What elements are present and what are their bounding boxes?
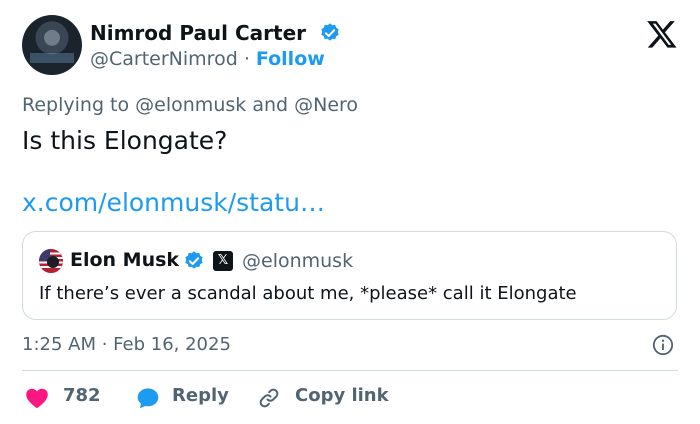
flag-avatar-icon	[39, 249, 63, 273]
heart-icon[interactable]	[25, 387, 49, 409]
quoted-tweet-card[interactable]: Elon Musk 𝕏 @elonmusk If there’s ever a …	[22, 231, 677, 320]
mention-elonmusk[interactable]: @elonmusk	[135, 94, 246, 116]
x-logo-icon[interactable]	[646, 18, 678, 50]
replying-to-line: Replying to @elonmusk and @Nero	[22, 94, 358, 116]
follow-button[interactable]: Follow	[256, 48, 325, 70]
quoted-author-handle[interactable]: @elonmusk	[242, 250, 353, 272]
replying-prefix: Replying to	[22, 94, 130, 116]
info-icon[interactable]	[652, 334, 674, 356]
divider	[22, 370, 678, 371]
quoted-verified-badge-icon	[185, 251, 203, 269]
copy-link-button[interactable]: Copy link	[295, 385, 389, 406]
like-count[interactable]: 782	[63, 385, 101, 406]
tweet-text: Is this Elongate?	[22, 126, 228, 155]
author-name[interactable]: Nimrod Paul Carter	[90, 21, 306, 45]
author-avatar[interactable]	[22, 15, 82, 75]
separator-dot: ·	[243, 48, 250, 70]
mention-nero[interactable]: @Nero	[294, 94, 358, 116]
quoted-author-avatar[interactable]	[39, 249, 63, 273]
author-handle-line: @CarterNimrod · Follow	[90, 48, 325, 70]
quoted-tweet-text: If there’s ever a scandal about me, *ple…	[39, 283, 577, 304]
tweet-timestamp[interactable]: 1:25 AM · Feb 16, 2025	[22, 334, 231, 355]
reply-button[interactable]: Reply	[172, 385, 229, 406]
x-affiliate-badge-icon: 𝕏	[213, 251, 233, 271]
tweet-link[interactable]: x.com/elonmusk/statu…	[22, 188, 325, 217]
link-chain-icon[interactable]	[257, 386, 281, 410]
replying-conjunction: and	[252, 94, 289, 116]
author-name-row[interactable]: Nimrod Paul Carter	[90, 21, 341, 45]
reply-bubble-icon[interactable]	[136, 386, 160, 410]
verified-badge-icon	[321, 23, 339, 41]
author-handle[interactable]: @CarterNimrod	[90, 48, 238, 70]
quoted-author-name[interactable]: Elon Musk	[70, 249, 179, 271]
